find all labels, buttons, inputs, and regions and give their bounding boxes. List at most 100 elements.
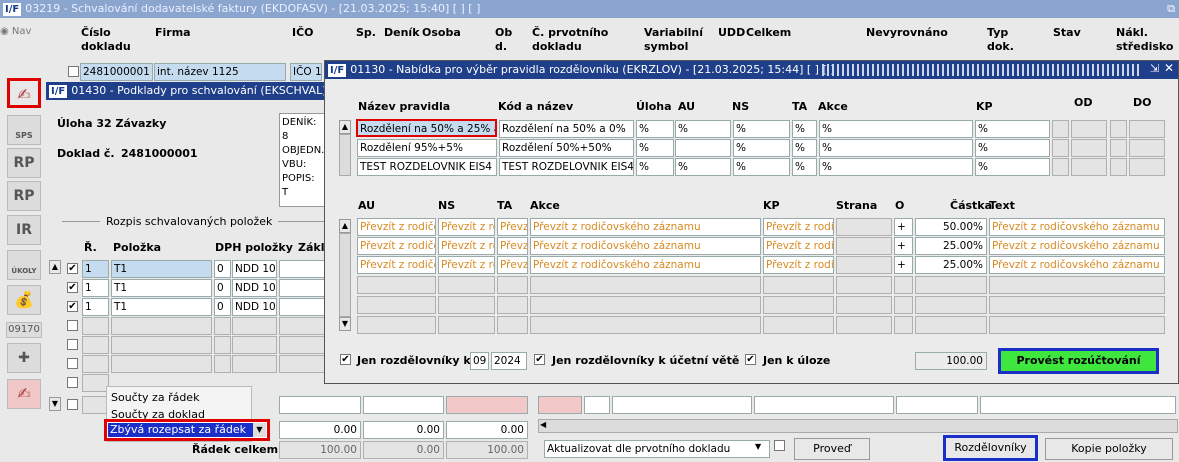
- empty-cell[interactable]: [989, 276, 1165, 294]
- nav-button[interactable]: ◉ Nav: [0, 26, 38, 42]
- rule-kp-cell[interactable]: %: [975, 158, 1050, 176]
- alloc-scrollbar[interactable]: [339, 233, 351, 317]
- alloc-strana-cell[interactable]: [836, 256, 892, 274]
- rule-nazev-cell[interactable]: TEST ROZDELOVNIK EIS4: [357, 158, 497, 176]
- row-zakl-cell[interactable]: [279, 260, 325, 278]
- main-row-checkbox[interactable]: [68, 66, 79, 77]
- empty-cell[interactable]: [438, 316, 495, 334]
- row-checkbox[interactable]: [67, 339, 78, 350]
- row-checkbox[interactable]: ✔: [67, 301, 78, 312]
- od-cell[interactable]: [1052, 120, 1069, 138]
- alloc-o-cell[interactable]: +: [894, 256, 913, 274]
- alloc-ta-cell[interactable]: Převzít z rodičovského záznamu: [497, 256, 528, 274]
- rule-au-cell[interactable]: %: [675, 120, 731, 138]
- kopie-polozky-button[interactable]: Kopie položky: [1045, 438, 1173, 460]
- main-cislo-cell[interactable]: 2481000001: [80, 63, 153, 81]
- do-cell[interactable]: [1129, 158, 1165, 176]
- empty-cell[interactable]: [232, 336, 277, 354]
- rule-kod-cell[interactable]: TEST ROZDELOVNIK EIS4: [499, 158, 634, 176]
- provest-rozuctovani-button[interactable]: Provést rozúčtování: [998, 348, 1159, 374]
- empty-cell[interactable]: [279, 336, 325, 354]
- empty-cell[interactable]: [111, 355, 212, 373]
- row-r-cell[interactable]: 1: [82, 298, 109, 316]
- rule-akce-cell[interactable]: %: [819, 139, 973, 157]
- row-dph-cell[interactable]: 0: [214, 260, 231, 278]
- rozdelovniky-button[interactable]: Rozdělovníky: [943, 435, 1038, 461]
- rule-ta-cell[interactable]: %: [792, 158, 817, 176]
- strip-cell[interactable]: [538, 396, 582, 414]
- empty-cell[interactable]: [82, 374, 109, 392]
- empty-cell[interactable]: [497, 296, 528, 314]
- alloc-kp-cell[interactable]: Převzít z rodičovského záznamu: [763, 218, 834, 236]
- row-zakl-cell[interactable]: [279, 298, 325, 316]
- year-input[interactable]: 2024: [491, 352, 527, 370]
- row-checkbox[interactable]: ✔: [67, 282, 78, 293]
- rule-nazev-cell[interactable]: Rozdělení na 50% a 25% a 25%: [356, 119, 497, 137]
- alloc-castka-cell[interactable]: 50.00%: [915, 218, 987, 236]
- empty-cell[interactable]: [438, 276, 495, 294]
- rp-button[interactable]: RP: [7, 148, 41, 178]
- alloc-castka-cell[interactable]: 25.00%: [915, 237, 987, 255]
- info-textbox[interactable]: DENÍK: 8 OBJEDN. VBU: POPIS: T: [279, 113, 325, 207]
- ukoly-button[interactable]: ÚKOLY: [7, 250, 41, 280]
- strip-cell[interactable]: [446, 396, 528, 414]
- close-icon[interactable]: ✕: [1164, 61, 1174, 75]
- rules-scrollbar[interactable]: [339, 134, 351, 176]
- alloc-text-cell[interactable]: Převzít z rodičovského záznamu: [989, 237, 1165, 255]
- rule-ta-cell[interactable]: %: [792, 139, 817, 157]
- empty-cell[interactable]: [530, 296, 761, 314]
- filter-uloha-checkbox[interactable]: ✔: [745, 354, 756, 365]
- rule-kp-cell[interactable]: %: [975, 139, 1050, 157]
- alloc-ns-cell[interactable]: Převzít z rodičovského záznamu: [438, 256, 495, 274]
- row-dph-cell[interactable]: 0: [214, 298, 231, 316]
- alloc-text-cell[interactable]: Převzít z rodičovského záznamu: [989, 218, 1165, 236]
- do-cell[interactable]: [1110, 158, 1127, 176]
- month-input[interactable]: 09: [470, 352, 489, 370]
- menu-item-radek[interactable]: Součty za řádek: [111, 391, 199, 404]
- scroll-down-icon[interactable]: ▼: [49, 397, 61, 411]
- rule-akce-cell[interactable]: %: [819, 158, 973, 176]
- summary-select[interactable]: Zbývá rozepsat za řádek ▼: [104, 419, 270, 441]
- alloc-ta-cell[interactable]: Převzít z rodičovského záznamu: [497, 237, 528, 255]
- empty-cell[interactable]: [894, 276, 913, 294]
- strip-cell[interactable]: [612, 396, 752, 414]
- empty-cell[interactable]: [763, 276, 834, 294]
- alloc-ns-cell[interactable]: Převzít z rodičovského záznamu: [438, 237, 495, 255]
- hand-document-icon[interactable]: ✍: [7, 379, 41, 409]
- horizontal-scrollbar[interactable]: [538, 419, 1178, 433]
- rule-akce-cell[interactable]: %: [819, 120, 973, 138]
- rule-uloha-cell[interactable]: %: [636, 120, 674, 138]
- ekschval-titlebar[interactable]: I/F 01430 - Podklady pro schvalování (EKS…: [46, 82, 326, 100]
- rule-kod-cell[interactable]: Rozdělení na 50% a 0%: [499, 120, 634, 138]
- row-polozka-cell[interactable]: T1: [111, 279, 212, 297]
- empty-cell[interactable]: [836, 276, 892, 294]
- alloc-au-cell[interactable]: Převzít z rodičovského záznamu: [357, 237, 436, 255]
- scroll-left-icon[interactable]: ◀: [540, 420, 546, 429]
- empty-cell[interactable]: [438, 296, 495, 314]
- rule-ns-cell[interactable]: %: [733, 158, 790, 176]
- rule-uloha-cell[interactable]: %: [636, 139, 674, 157]
- row-polozka-cell[interactable]: T1: [111, 260, 212, 278]
- main-ico-cell[interactable]: IČO 11: [290, 63, 322, 81]
- strip-cell[interactable]: [279, 396, 361, 414]
- rule-uloha-cell[interactable]: %: [636, 158, 674, 176]
- ir-button[interactable]: IR: [7, 215, 41, 245]
- do-cell[interactable]: [1129, 139, 1165, 157]
- empty-cell[interactable]: [915, 276, 987, 294]
- add-document-icon[interactable]: ✚: [7, 343, 41, 373]
- rule-au-cell[interactable]: %: [675, 158, 731, 176]
- row-polozka-cell[interactable]: T1: [111, 298, 212, 316]
- empty-cell[interactable]: [894, 296, 913, 314]
- alloc-akce-cell[interactable]: Převzít z rodičovského záznamu: [530, 237, 761, 255]
- minimize-icon[interactable]: ⇲: [1150, 62, 1159, 75]
- row-checkbox[interactable]: [67, 358, 78, 369]
- empty-cell[interactable]: [357, 276, 436, 294]
- alloc-strana-cell[interactable]: [836, 237, 892, 255]
- empty-cell[interactable]: [763, 296, 834, 314]
- empty-cell[interactable]: [836, 316, 892, 334]
- empty-cell[interactable]: [357, 296, 436, 314]
- od-cell[interactable]: [1071, 158, 1107, 176]
- strip-cell[interactable]: [363, 396, 444, 414]
- scroll-up-icon[interactable]: ▲: [49, 260, 61, 274]
- money-bag-icon[interactable]: 💰: [7, 285, 41, 315]
